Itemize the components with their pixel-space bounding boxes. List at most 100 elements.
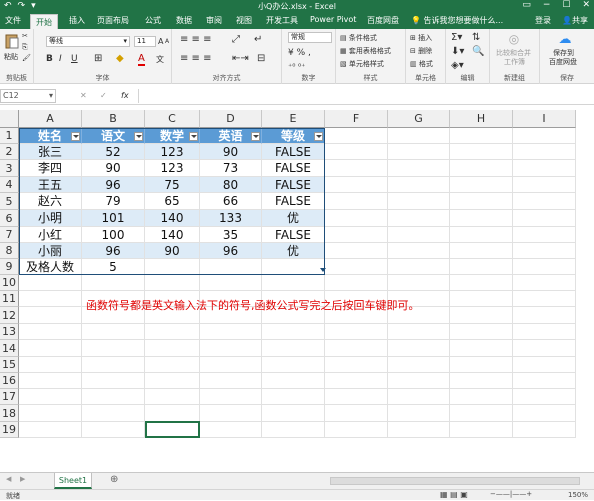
italic-button[interactable]: I [59, 54, 62, 64]
cell[interactable] [450, 144, 513, 160]
sheet-nav-right-icon[interactable]: ▶ [20, 475, 25, 483]
table-cell[interactable]: 123 [145, 144, 200, 160]
cell[interactable] [325, 324, 388, 340]
table-cell[interactable]: 66 [200, 193, 262, 210]
copy-icon[interactable]: ⎘ [22, 43, 28, 52]
orientation-icon[interactable]: ⤢ [232, 34, 240, 45]
cell[interactable] [513, 357, 576, 373]
row-header-3[interactable]: 3 [0, 160, 19, 177]
cell[interactable] [19, 389, 82, 405]
cell[interactable] [513, 291, 576, 307]
cell[interactable] [450, 177, 513, 193]
table-header-cell[interactable]: 英语 [200, 128, 262, 144]
cell[interactable] [513, 210, 576, 227]
row-header-11[interactable]: 11 [0, 291, 19, 307]
row-header-19[interactable]: 19 [0, 422, 19, 438]
column-header-B[interactable]: B [82, 110, 145, 128]
cell[interactable] [513, 422, 576, 438]
cell[interactable] [450, 160, 513, 177]
table-cell[interactable]: 96 [82, 177, 145, 193]
cell[interactable] [262, 259, 325, 275]
table-cell[interactable]: 100 [82, 227, 145, 243]
table-cell[interactable]: 优 [262, 243, 325, 259]
cell[interactable] [262, 389, 325, 405]
row-header-2[interactable]: 2 [0, 144, 19, 160]
cell[interactable] [388, 373, 450, 389]
minimize-button[interactable]: − [543, 0, 551, 10]
sort-filter-icon[interactable]: ⇅ [472, 32, 480, 43]
cell[interactable] [388, 259, 450, 275]
cell[interactable] [262, 275, 325, 291]
cell[interactable] [200, 422, 262, 438]
cell[interactable] [388, 357, 450, 373]
cell[interactable] [450, 340, 513, 357]
cell[interactable] [450, 259, 513, 275]
column-header-H[interactable]: H [450, 110, 513, 128]
cell[interactable] [262, 324, 325, 340]
format-painter-icon[interactable]: 🖌 [22, 54, 31, 62]
view-buttons[interactable]: ▦ ▤ ▣ [440, 490, 468, 499]
add-sheet-icon[interactable]: ⊕ [110, 474, 118, 485]
cell[interactable] [82, 389, 145, 405]
table-cell[interactable]: 优 [262, 210, 325, 227]
cell[interactable] [82, 340, 145, 357]
phonetic-icon[interactable]: 文 [156, 54, 164, 65]
filter-dropdown-icon[interactable] [189, 132, 198, 141]
column-header-D[interactable]: D [200, 110, 262, 128]
maximize-button[interactable]: ☐ [562, 0, 570, 10]
cell[interactable] [262, 405, 325, 422]
row-header-4[interactable]: 4 [0, 177, 19, 193]
cell[interactable] [145, 389, 200, 405]
cell[interactable] [325, 160, 388, 177]
row-header-16[interactable]: 16 [0, 373, 19, 389]
cell[interactable] [19, 307, 82, 324]
conditional-format-button[interactable]: ▤ 条件格式 [340, 33, 377, 43]
cell[interactable] [325, 243, 388, 259]
table-cell[interactable]: 65 [145, 193, 200, 210]
cell[interactable] [325, 405, 388, 422]
cell[interactable] [200, 357, 262, 373]
cell[interactable] [325, 210, 388, 227]
wrap-text-icon[interactable]: ↵ [254, 34, 262, 45]
cell[interactable] [262, 422, 325, 438]
cell[interactable] [388, 177, 450, 193]
tab-developer[interactable]: 开发工具 [266, 15, 298, 26]
table-cell[interactable]: 90 [82, 160, 145, 177]
cell[interactable] [82, 373, 145, 389]
grow-font-button[interactable]: A [158, 37, 163, 46]
tab-view[interactable]: 视图 [236, 15, 252, 26]
cell[interactable] [450, 193, 513, 210]
cell[interactable] [388, 324, 450, 340]
cell[interactable] [262, 340, 325, 357]
row-header-10[interactable]: 10 [0, 275, 19, 291]
cell[interactable] [450, 373, 513, 389]
font-color-icon[interactable]: A [138, 53, 145, 66]
filter-dropdown-icon[interactable] [251, 132, 260, 141]
cell[interactable] [450, 357, 513, 373]
login-link[interactable]: 登录 [535, 15, 551, 26]
cell[interactable] [513, 340, 576, 357]
table-cell[interactable]: 80 [200, 177, 262, 193]
filter-dropdown-icon[interactable] [71, 132, 80, 141]
tab-home[interactable]: 开始 [30, 14, 58, 29]
table-cell[interactable]: FALSE [262, 193, 325, 210]
cell[interactable] [388, 405, 450, 422]
column-header-F[interactable]: F [325, 110, 388, 128]
format-cells-button[interactable]: ▥ 格式 [410, 59, 433, 69]
table-header-cell[interactable]: 姓名 [19, 128, 82, 144]
pass-count-label[interactable]: 及格人数 [19, 259, 82, 275]
row-header-6[interactable]: 6 [0, 210, 19, 227]
find-select-icon[interactable]: 🔍 [472, 46, 484, 57]
cell[interactable] [325, 373, 388, 389]
cell[interactable] [513, 373, 576, 389]
cell-styles-button[interactable]: ▧ 单元格样式 [340, 59, 384, 69]
table-cell[interactable]: 75 [145, 177, 200, 193]
sheet-tab-sheet1[interactable]: Sheet1 [54, 473, 92, 489]
paste-icon[interactable] [4, 32, 20, 50]
table-cell[interactable]: 96 [200, 243, 262, 259]
currency-icon[interactable]: ¥ % , [288, 48, 311, 58]
cell[interactable] [513, 389, 576, 405]
cell[interactable] [19, 422, 82, 438]
table-cell[interactable]: 133 [200, 210, 262, 227]
cell[interactable] [450, 307, 513, 324]
